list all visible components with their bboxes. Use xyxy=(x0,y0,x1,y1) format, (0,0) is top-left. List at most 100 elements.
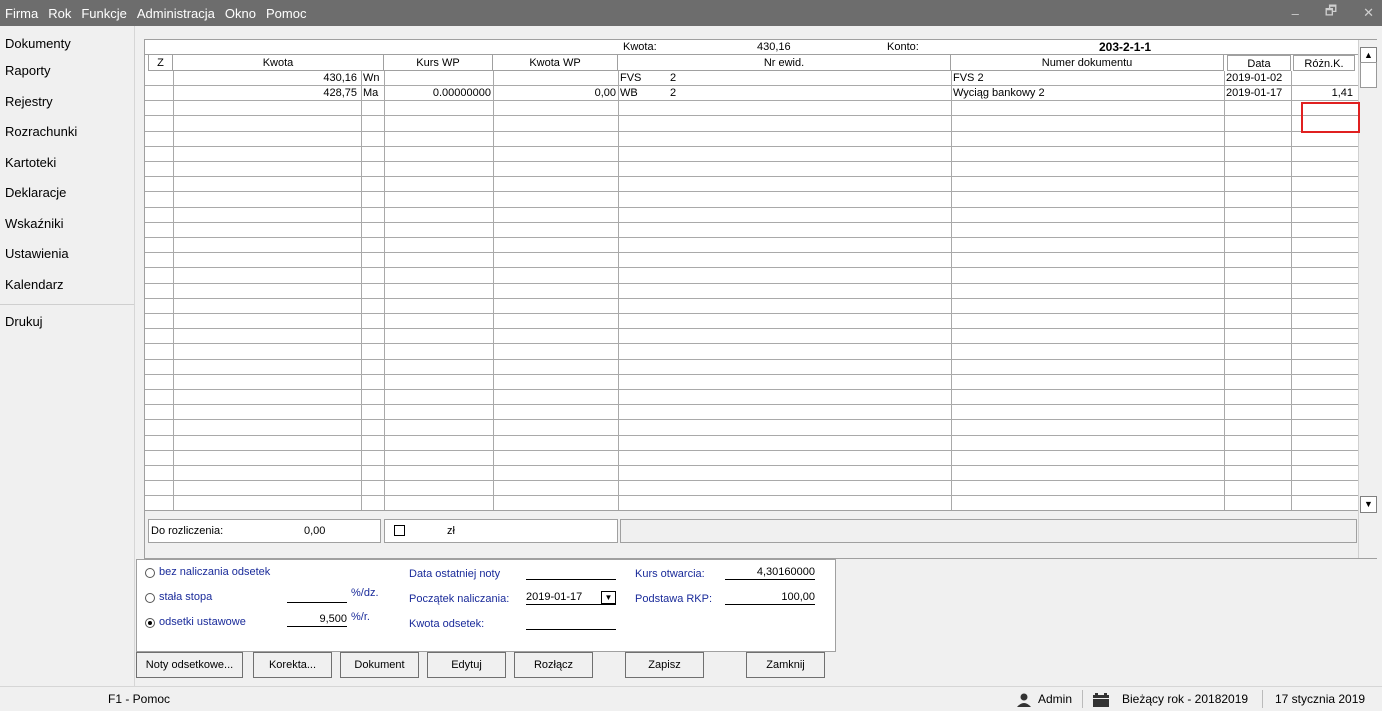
podstawa-rkp-input[interactable]: 100,00 xyxy=(725,591,815,605)
sidebar-item-drukuj[interactable]: Drukuj xyxy=(0,307,134,338)
currency-checkbox[interactable] xyxy=(394,525,405,536)
table-row[interactable] xyxy=(145,193,1358,208)
main-panel: Kwota: 430,16 Konto: 203-2-1-1 Z Kwota K… xyxy=(136,26,1382,686)
table-row[interactable] xyxy=(145,375,1358,390)
table-row[interactable] xyxy=(145,390,1358,406)
kwota-value: 430,16 xyxy=(757,41,791,53)
summary-bar: Do rozliczenia: 0,00 zł xyxy=(145,510,1358,558)
radio-odsetki-ustawowe[interactable] xyxy=(145,618,155,628)
table-row[interactable] xyxy=(145,451,1358,466)
kwota-odsetek-input[interactable] xyxy=(526,616,616,630)
menu-administracja[interactable]: Administracja xyxy=(132,6,220,21)
currency-label: zł xyxy=(447,525,455,537)
table-row[interactable] xyxy=(145,314,1358,330)
cell-numer_dok: Wyciąg bankowy 2 xyxy=(953,87,1045,100)
odsetki-ustawowe-input[interactable]: 9,500 xyxy=(287,613,347,627)
sidebar-item-rozrachunki[interactable]: Rozrachunki xyxy=(0,117,134,148)
calendar-icon xyxy=(1092,687,1110,711)
poczatek-value: 2019-01-17 xyxy=(526,591,583,603)
radio-bez-naliczania-label[interactable]: bez naliczania odsetek xyxy=(159,566,270,578)
rozlacz-button[interactable]: Rozłącz xyxy=(514,652,593,678)
stala-stopa-input[interactable] xyxy=(287,589,347,603)
sidebar-item-raporty[interactable]: Raporty xyxy=(0,56,134,87)
menu-pomoc[interactable]: Pomoc xyxy=(261,6,311,21)
table-row[interactable] xyxy=(145,299,1358,314)
user-name: Admin xyxy=(1038,692,1073,706)
column-header-kurs-wp[interactable]: Kurs WP xyxy=(384,55,493,71)
close-icon[interactable]: ✕ xyxy=(1363,5,1374,21)
menu-rok[interactable]: Rok xyxy=(43,6,76,21)
cell-typ: FVS xyxy=(620,72,642,84)
column-header-kwota-wp[interactable]: Kwota WP xyxy=(493,55,618,71)
zamknij-button[interactable]: Zamknij xyxy=(746,652,825,678)
column-header-data[interactable]: Data xyxy=(1227,55,1291,71)
cell-nr: 2 xyxy=(670,87,677,100)
korekta-button[interactable]: Korekta... xyxy=(253,652,332,678)
table-row[interactable] xyxy=(145,101,1358,117)
table-row[interactable] xyxy=(145,208,1358,223)
table-row[interactable] xyxy=(145,345,1358,360)
table-row[interactable] xyxy=(145,117,1358,132)
kurs-otwarcia-input[interactable]: 4,30160000 xyxy=(725,566,815,580)
cell-numer_dok: FVS 2 xyxy=(953,72,984,84)
table-row[interactable] xyxy=(145,132,1358,147)
menu-okno[interactable]: Okno xyxy=(220,6,261,21)
sidebar-item-wskazniki[interactable]: Wskaźniki xyxy=(0,209,134,240)
table-row[interactable] xyxy=(145,466,1358,482)
sidebar-item-kalendarz[interactable]: Kalendarz xyxy=(0,270,134,301)
data-noty-label: Data ostatniej noty xyxy=(409,568,501,580)
poczatek-input[interactable]: 2019-01-17 ▼ xyxy=(526,591,616,605)
sidebar-item-ustawienia[interactable]: Ustawienia xyxy=(0,239,134,270)
table-row[interactable] xyxy=(145,238,1358,254)
column-header-nr-ewid[interactable]: Nr ewid. xyxy=(618,55,951,71)
scroll-down-icon[interactable]: ▼ xyxy=(1360,496,1377,513)
poczatek-label: Początek naliczania: xyxy=(409,593,510,605)
table-row[interactable]: 430,16 Wn FVS 2 FVS 2 2019-01-02 xyxy=(145,71,1358,86)
odsetki-ustawowe-unit: %/r. xyxy=(351,611,370,623)
edytuj-button[interactable]: Edytuj xyxy=(427,652,506,678)
table-row[interactable] xyxy=(145,481,1358,497)
table-row[interactable] xyxy=(145,253,1358,269)
highlight-box xyxy=(1301,102,1360,133)
table-row[interactable]: 428,75 Ma 0.00000000 0,00 WB 2 Wyciąg bankowy … xyxy=(145,86,1358,102)
cell-data: 2019-01-17 xyxy=(1226,87,1283,100)
radio-bez-naliczania[interactable] xyxy=(145,568,155,578)
table-row[interactable] xyxy=(145,329,1358,345)
menu-funkcje[interactable]: Funkcje xyxy=(76,6,132,21)
table-row[interactable] xyxy=(145,436,1358,451)
kwota-label: Kwota: xyxy=(623,41,657,53)
minimize-icon[interactable]: – xyxy=(1292,6,1299,21)
menu-firma[interactable]: Firma xyxy=(0,6,43,21)
radio-odsetki-ustawowe-label[interactable]: odsetki ustawowe xyxy=(159,616,246,628)
column-header-kwota[interactable]: Kwota xyxy=(173,55,384,71)
scroll-thumb[interactable] xyxy=(1360,62,1377,88)
summary-empty-box xyxy=(620,519,1357,543)
grid-scrollbar[interactable]: ▲ ▼ xyxy=(1358,40,1377,558)
chevron-down-icon[interactable]: ▼ xyxy=(601,591,616,604)
table-row[interactable] xyxy=(145,269,1358,284)
column-header-roznk[interactable]: Różn.K. xyxy=(1293,55,1355,71)
sidebar-item-dokumenty[interactable]: Dokumenty xyxy=(0,32,134,56)
sidebar-item-rejestry[interactable]: Rejestry xyxy=(0,87,134,118)
current-year: Bieżący rok - 20182019 xyxy=(1122,692,1249,706)
table-row[interactable] xyxy=(145,421,1358,436)
table-row[interactable] xyxy=(145,405,1358,421)
data-noty-input[interactable] xyxy=(526,566,616,580)
table-row[interactable] xyxy=(145,147,1358,162)
sidebar-item-kartoteki[interactable]: Kartoteki xyxy=(0,148,134,179)
sidebar-item-deklaracje[interactable]: Deklaracje xyxy=(0,178,134,209)
table-row[interactable] xyxy=(145,162,1358,178)
restore-icon[interactable]: 🗗 xyxy=(1325,2,1337,24)
table-row[interactable] xyxy=(145,360,1358,375)
noty-odsetkowe-button[interactable]: Noty odsetkowe... xyxy=(136,652,243,678)
column-header-z[interactable]: Z xyxy=(148,55,173,71)
radio-stala-stopa[interactable] xyxy=(145,593,155,603)
zapisz-button[interactable]: Zapisz xyxy=(625,652,704,678)
column-header-numer-dokumentu[interactable]: Numer dokumentu xyxy=(951,55,1224,71)
radio-stala-stopa-label[interactable]: stała stopa xyxy=(159,591,212,603)
table-row[interactable] xyxy=(145,177,1358,193)
table-row[interactable] xyxy=(145,223,1358,238)
cell-data: 2019-01-02 xyxy=(1226,72,1283,84)
table-row[interactable] xyxy=(145,284,1358,299)
dokument-button[interactable]: Dokument xyxy=(340,652,419,678)
